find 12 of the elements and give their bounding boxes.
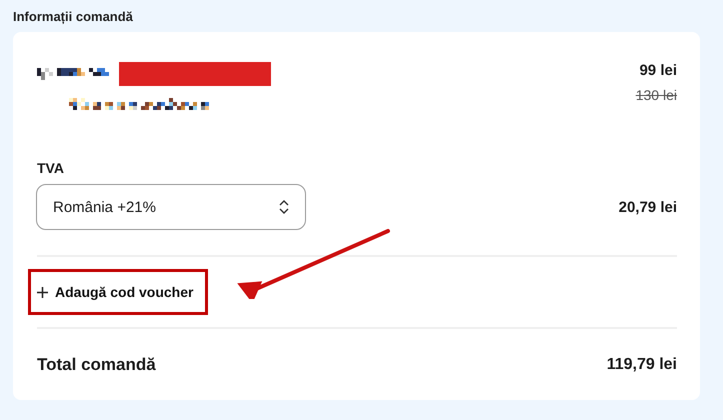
total-label: Total comandă — [37, 355, 156, 375]
country-select[interactable]: România +21% — [36, 184, 306, 230]
total-amount: 119,79 lei — [606, 356, 677, 374]
vat-label: TVA — [37, 160, 65, 176]
plus-icon — [37, 286, 48, 298]
chevron-updown-icon — [279, 200, 289, 214]
product-price: 99 lei — [639, 62, 677, 79]
pixelated-name-drawing — [37, 68, 109, 80]
old-price: 130 lei — [636, 87, 677, 103]
vat-amount: 20,79 lei — [618, 198, 677, 216]
section-title: Informații comandă — [13, 8, 134, 26]
add-voucher-button[interactable]: Adaugă cod voucher — [28, 269, 208, 315]
